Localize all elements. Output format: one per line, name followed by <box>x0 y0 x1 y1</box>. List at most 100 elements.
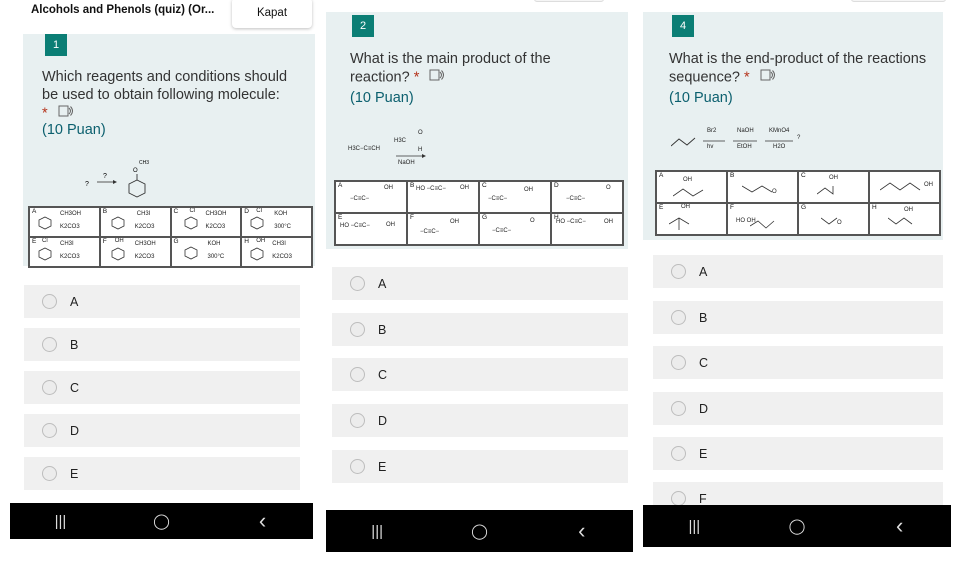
radio-button[interactable] <box>350 322 365 337</box>
question-text: What is the main product of the reaction… <box>350 50 610 87</box>
option-c[interactable]: C <box>653 346 943 379</box>
option-e[interactable]: E <box>24 457 300 490</box>
back-icon[interactable]: ‹ <box>880 513 920 539</box>
choice-cell: A −C≡C− OH <box>335 181 407 213</box>
scroll-hint <box>851 0 946 2</box>
choice-grid: A CH3OH K2CO3 B CH3I K2CO3 C Cl CH3OH K2CO3 D Cl… <box>28 206 313 268</box>
choice-cell: A CH3OH K2CO3 <box>29 207 100 237</box>
recents-icon[interactable]: ||| <box>674 518 714 535</box>
radio-button[interactable] <box>42 466 57 481</box>
choice-cell: OH <box>869 171 940 203</box>
radio-button[interactable] <box>350 459 365 474</box>
choice-cell: F −C≡C− OH <box>407 213 479 245</box>
radio-button[interactable] <box>42 423 57 438</box>
question-text-body: Which reagents and conditions should be … <box>42 69 288 103</box>
speaker-icon[interactable] <box>760 68 776 87</box>
choice-cell: A OH <box>656 171 727 203</box>
android-nav-bar: ||| ◯ ‹ <box>643 505 951 547</box>
option-c[interactable]: C <box>332 358 628 391</box>
top-bar: Alcohols and Phenols (quiz) (Or... Kapat <box>8 0 323 28</box>
choice-grid: A −C≡C− OH B HO −C≡C− OH C −C≡C− OH D −C≡C− O EH… <box>334 180 624 246</box>
option-b[interactable]: B <box>332 313 628 346</box>
radio-button[interactable] <box>671 446 686 461</box>
radio-button[interactable] <box>671 310 686 325</box>
recents-icon[interactable]: ||| <box>41 513 81 530</box>
radio-button[interactable] <box>671 401 686 416</box>
quiz-title: Alcohols and Phenols (quiz) (Or... <box>31 4 215 16</box>
reaction-scheme: Br2 hv NaOH EtOH KMnO4 H2O ? <box>671 126 811 156</box>
choice-cell: B CH3I K2CO3 <box>99 207 171 237</box>
radio-button[interactable] <box>350 276 365 291</box>
svg-text:?: ? <box>103 173 107 180</box>
choice-cell: H HO −C≡C− OH <box>551 213 623 245</box>
question-text: What is the end-product of the reactions… <box>669 50 929 87</box>
home-icon[interactable]: ◯ <box>142 512 182 530</box>
close-button[interactable]: Kapat <box>232 0 312 28</box>
choice-cell: D −C≡C− O <box>551 181 623 213</box>
radio-button[interactable] <box>42 294 57 309</box>
points-label: (10 Puan) <box>350 90 414 106</box>
question-text: Which reagents and conditions should be … <box>42 68 302 123</box>
home-icon[interactable]: ◯ <box>777 517 817 535</box>
radio-button[interactable] <box>671 264 686 279</box>
radio-button[interactable] <box>42 380 57 395</box>
option-b[interactable]: B <box>24 328 300 361</box>
choice-cell: C Cl CH3OH K2CO3 <box>170 207 242 237</box>
speaker-icon[interactable] <box>58 104 74 123</box>
choice-grid: A OH BO C OH OH E OH F HO OH GO H OH <box>655 170 941 236</box>
question-card: 1 Which reagents and conditions should b… <box>23 34 315 268</box>
option-d[interactable]: D <box>653 392 943 425</box>
question-panel-1: Alcohols and Phenols (quiz) (Or... Kapat… <box>8 0 323 579</box>
svg-text:?: ? <box>85 181 89 188</box>
svg-text:CH3: CH3 <box>139 160 149 166</box>
required-mark: * <box>413 69 420 86</box>
radio-button[interactable] <box>42 337 57 352</box>
choice-cell: G −C≡C− O <box>479 213 551 245</box>
recents-icon[interactable]: ||| <box>357 523 397 540</box>
option-d[interactable]: D <box>332 404 628 437</box>
option-c[interactable]: C <box>24 371 300 404</box>
home-icon[interactable]: ◯ <box>459 522 499 540</box>
question-number: 2 <box>352 15 374 37</box>
required-mark: * <box>42 105 48 122</box>
question-number: 1 <box>45 34 67 56</box>
radio-button[interactable] <box>350 367 365 382</box>
question-panel-2: 2 What is the main product of the reacti… <box>326 0 641 579</box>
choice-cell: F OH CH3OH K2CO3 <box>99 237 171 267</box>
option-e[interactable]: E <box>332 450 628 483</box>
question-panel-4: 4 What is the end-product of the reactio… <box>643 0 958 579</box>
radio-button[interactable] <box>350 413 365 428</box>
choice-cell: H OH <box>869 203 940 235</box>
radio-button[interactable] <box>671 355 686 370</box>
back-icon[interactable]: ‹ <box>562 518 602 544</box>
option-a[interactable]: A <box>24 285 300 318</box>
option-a[interactable]: A <box>332 267 628 300</box>
choice-cell: B HO −C≡C− OH <box>407 181 479 213</box>
question-card: 4 What is the end-product of the reactio… <box>643 12 943 240</box>
scroll-hint <box>534 0 604 2</box>
choice-cell: E Cl CH3I K2CO3 <box>29 237 100 267</box>
question-text-body: What is the main product of the reaction… <box>350 51 551 86</box>
points-label: (10 Puan) <box>42 122 106 138</box>
question-text-body: What is the end-product of the reactions… <box>669 51 927 86</box>
reaction-scheme: ? ? O CH3 <box>85 160 149 198</box>
choice-cell: F HO OH <box>727 203 798 235</box>
choice-cell: H OH CH3I K2CO3 <box>241 237 312 267</box>
choice-cell: BO <box>727 171 798 203</box>
choice-cell: G KOH 300°C <box>170 237 242 267</box>
back-icon[interactable]: ‹ <box>243 508 283 534</box>
question-card: 2 What is the main product of the reacti… <box>326 12 628 249</box>
radio-button[interactable] <box>671 491 686 506</box>
choice-cell: C OH <box>798 171 869 203</box>
required-mark: * <box>743 69 750 86</box>
option-b[interactable]: B <box>653 301 943 334</box>
choice-cell: D Cl KOH 300°C <box>241 207 312 237</box>
option-e[interactable]: E <box>653 437 943 470</box>
speaker-icon[interactable] <box>429 68 445 87</box>
option-d[interactable]: D <box>24 414 300 447</box>
choice-cell: E OH <box>656 203 727 235</box>
choice-cell: E HO −C≡C− OH <box>335 213 407 245</box>
option-a[interactable]: A <box>653 255 943 288</box>
choice-cell: C −C≡C− OH <box>479 181 551 213</box>
android-nav-bar: ||| ◯ ‹ <box>10 503 313 539</box>
